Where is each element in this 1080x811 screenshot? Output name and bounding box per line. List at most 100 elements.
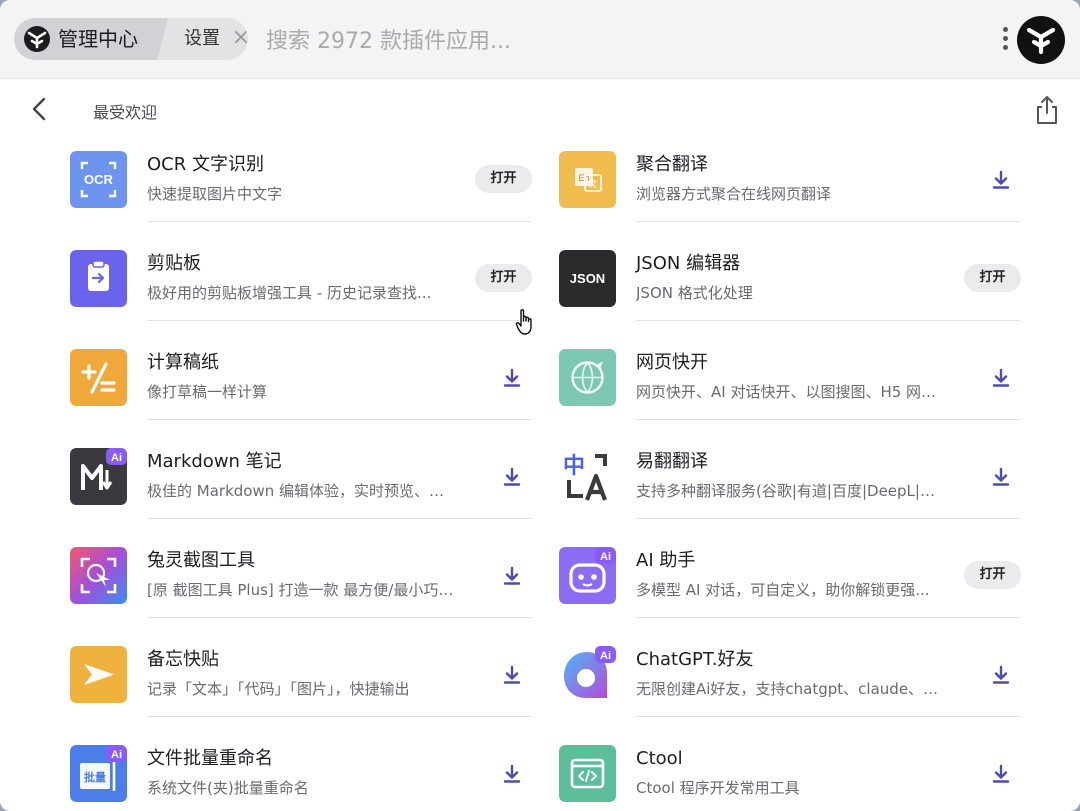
list-item[interactable]: OCR OCR 文字识别快速提取图片中文字 打开 bbox=[70, 151, 532, 250]
list-item[interactable]: 剪贴板极好用的剪贴板增强工具 - 历史记录查找... 打开 bbox=[70, 250, 532, 349]
divider bbox=[147, 320, 531, 321]
divider bbox=[147, 419, 531, 420]
divider bbox=[147, 617, 531, 618]
download-icon[interactable] bbox=[500, 762, 524, 786]
app-description: 极好用的剪贴板增强工具 - 历史记录查找... bbox=[147, 284, 432, 302]
svg-text:JSON: JSON bbox=[570, 271, 605, 286]
app-description: 网页快开、AI 对话快开、以图搜图、H5 网页... bbox=[636, 383, 944, 401]
list-item[interactable]: Ai AI 助手 多模型 AI 对话，可自定义，助你解锁更强... 打开 bbox=[559, 547, 1021, 646]
back-button[interactable] bbox=[26, 94, 54, 124]
svg-text:OCR: OCR bbox=[84, 172, 114, 187]
divider bbox=[147, 518, 531, 519]
batch-rename-icon: 批量 Ai bbox=[70, 745, 127, 802]
breadcrumb-title[interactable]: 管理中心 bbox=[58, 26, 138, 52]
download-icon[interactable] bbox=[989, 663, 1013, 687]
open-button[interactable]: 打开 bbox=[475, 165, 532, 193]
open-button[interactable]: 打开 bbox=[964, 561, 1021, 589]
app-logo-icon bbox=[24, 26, 50, 52]
list-item[interactable]: 兔灵截图工具 [原 截图工具 Plus] 打造一款 最方便/最小巧/... bbox=[70, 547, 532, 646]
app-name: 聚合翻译 bbox=[636, 154, 708, 175]
app-name: 剪贴板 bbox=[147, 253, 201, 274]
screenshot-icon bbox=[70, 547, 127, 604]
app-window: 管理中心 设置 × 最受欢迎 OCROCR 文字识别快速提取图片中文字打开En文… bbox=[0, 0, 1080, 811]
markdown-icon: Ai bbox=[70, 448, 127, 505]
download-icon[interactable] bbox=[500, 663, 524, 687]
app-name: 网页快开 bbox=[636, 352, 708, 373]
svg-text:Ai: Ai bbox=[600, 650, 611, 662]
app-description: JSON 格式化处理 bbox=[636, 284, 753, 302]
list-item[interactable]: En 文聚合翻译 浏览器方式聚合在线网页翻译 bbox=[559, 151, 1021, 250]
section-header: 最受欢迎 bbox=[0, 78, 1080, 144]
share-button[interactable] bbox=[1034, 94, 1060, 126]
app-description: 系统文件(夹)批量重命名 bbox=[147, 779, 309, 797]
calculator-icon bbox=[70, 349, 127, 406]
divider bbox=[636, 518, 1020, 519]
translate-aggregate-icon: En 文 bbox=[559, 151, 616, 208]
svg-text:Ai: Ai bbox=[600, 551, 611, 563]
app-description: [原 截图工具 Plus] 打造一款 最方便/最小巧/... bbox=[147, 581, 455, 599]
list-item[interactable]: 网页快开网页快开、AI 对话快开、以图搜图、H5 网页... bbox=[559, 349, 1021, 448]
svg-text:Ai: Ai bbox=[111, 452, 122, 464]
divider bbox=[636, 320, 1020, 321]
list-item[interactable]: JSON JSON 编辑器 JSON 格式化处理 打开 bbox=[559, 250, 1021, 349]
divider bbox=[147, 221, 531, 222]
breadcrumb-settings[interactable]: 设置 bbox=[184, 26, 220, 52]
zh-a-translate-icon: 中 bbox=[559, 448, 616, 505]
app-description: 快速提取图片中文字 bbox=[147, 185, 283, 203]
app-name: OCR 文字识别 bbox=[147, 154, 264, 175]
download-icon[interactable] bbox=[500, 465, 524, 489]
chevron-left-icon bbox=[32, 97, 46, 121]
app-name: 兔灵截图工具 bbox=[147, 550, 255, 571]
section-title: 最受欢迎 bbox=[93, 103, 158, 122]
download-icon[interactable] bbox=[989, 762, 1013, 786]
star-note-icon bbox=[70, 646, 127, 703]
list-item[interactable]: Ai ChatGPT.好友 无限创建Ai好友，支持chatgpt、claude、ge… bbox=[559, 646, 1021, 745]
app-description: 像打草稿一样计算 bbox=[147, 383, 268, 401]
svg-text:中: 中 bbox=[563, 454, 585, 479]
ctool-icon bbox=[559, 745, 616, 802]
download-icon[interactable] bbox=[500, 564, 524, 588]
json-icon: JSON bbox=[559, 250, 616, 307]
download-icon[interactable] bbox=[989, 366, 1013, 390]
app-name: 易翻翻译 bbox=[636, 451, 708, 472]
app-name: 备忘快贴 bbox=[147, 649, 219, 670]
rocket-globe-icon bbox=[559, 349, 616, 406]
download-icon[interactable] bbox=[989, 168, 1013, 192]
app-name: JSON 编辑器 bbox=[636, 253, 741, 274]
divider bbox=[636, 419, 1020, 420]
app-description: 支持多种翻译服务(谷歌|有道|百度|DeepL|De... bbox=[636, 482, 944, 500]
more-menu-icon[interactable] bbox=[998, 24, 1012, 54]
divider bbox=[636, 221, 1020, 222]
ocr-icon: OCR bbox=[70, 151, 127, 208]
app-name: 计算稿纸 bbox=[147, 352, 219, 373]
list-item[interactable]: Ctool Ctool 程序开发常用工具 bbox=[559, 745, 1021, 811]
svg-text:Ai: Ai bbox=[111, 749, 122, 761]
share-icon bbox=[1037, 96, 1057, 124]
list-item[interactable]: 计算稿纸像打草稿一样计算 bbox=[70, 349, 532, 448]
app-description: Ctool 程序开发常用工具 bbox=[636, 779, 800, 797]
mouse-cursor-icon bbox=[515, 308, 537, 336]
app-name: AI 助手 bbox=[636, 550, 696, 571]
search-input[interactable] bbox=[264, 22, 958, 60]
svg-text:批量: 批量 bbox=[84, 770, 106, 784]
app-description: 记录「文本」「代码」「图片」，快捷输出 bbox=[147, 680, 410, 698]
list-item[interactable]: 中 易翻翻译支持多种翻译服务(谷歌|有道|百度|DeepL|De... bbox=[559, 448, 1021, 547]
app-name: ChatGPT.好友 bbox=[636, 649, 754, 670]
chatgpt-friend-icon: Ai bbox=[559, 646, 616, 703]
list-item[interactable]: Ai Markdown 笔记 极佳的 Markdown 编辑体验，实时预览、存储 bbox=[70, 448, 532, 547]
open-button[interactable]: 打开 bbox=[475, 264, 532, 292]
divider bbox=[636, 617, 1020, 618]
breadcrumb[interactable]: 管理中心 设置 × bbox=[14, 18, 248, 60]
ai-robot-icon: Ai bbox=[559, 547, 616, 604]
open-button[interactable]: 打开 bbox=[964, 264, 1021, 292]
divider bbox=[636, 716, 1020, 717]
list-item[interactable]: 备忘快贴记录「文本」「代码」「图片」，快捷输出 bbox=[70, 646, 532, 745]
svg-text:文: 文 bbox=[588, 178, 597, 190]
download-icon[interactable] bbox=[989, 465, 1013, 489]
close-icon[interactable]: × bbox=[230, 27, 248, 49]
app-description: 极佳的 Markdown 编辑体验，实时预览、存储 bbox=[147, 482, 455, 500]
download-icon[interactable] bbox=[500, 366, 524, 390]
avatar[interactable] bbox=[1017, 16, 1065, 64]
app-name: 文件批量重命名 bbox=[147, 748, 273, 769]
list-item[interactable]: 批量 Ai 文件批量重命名系统文件(夹)批量重命名 bbox=[70, 745, 532, 811]
